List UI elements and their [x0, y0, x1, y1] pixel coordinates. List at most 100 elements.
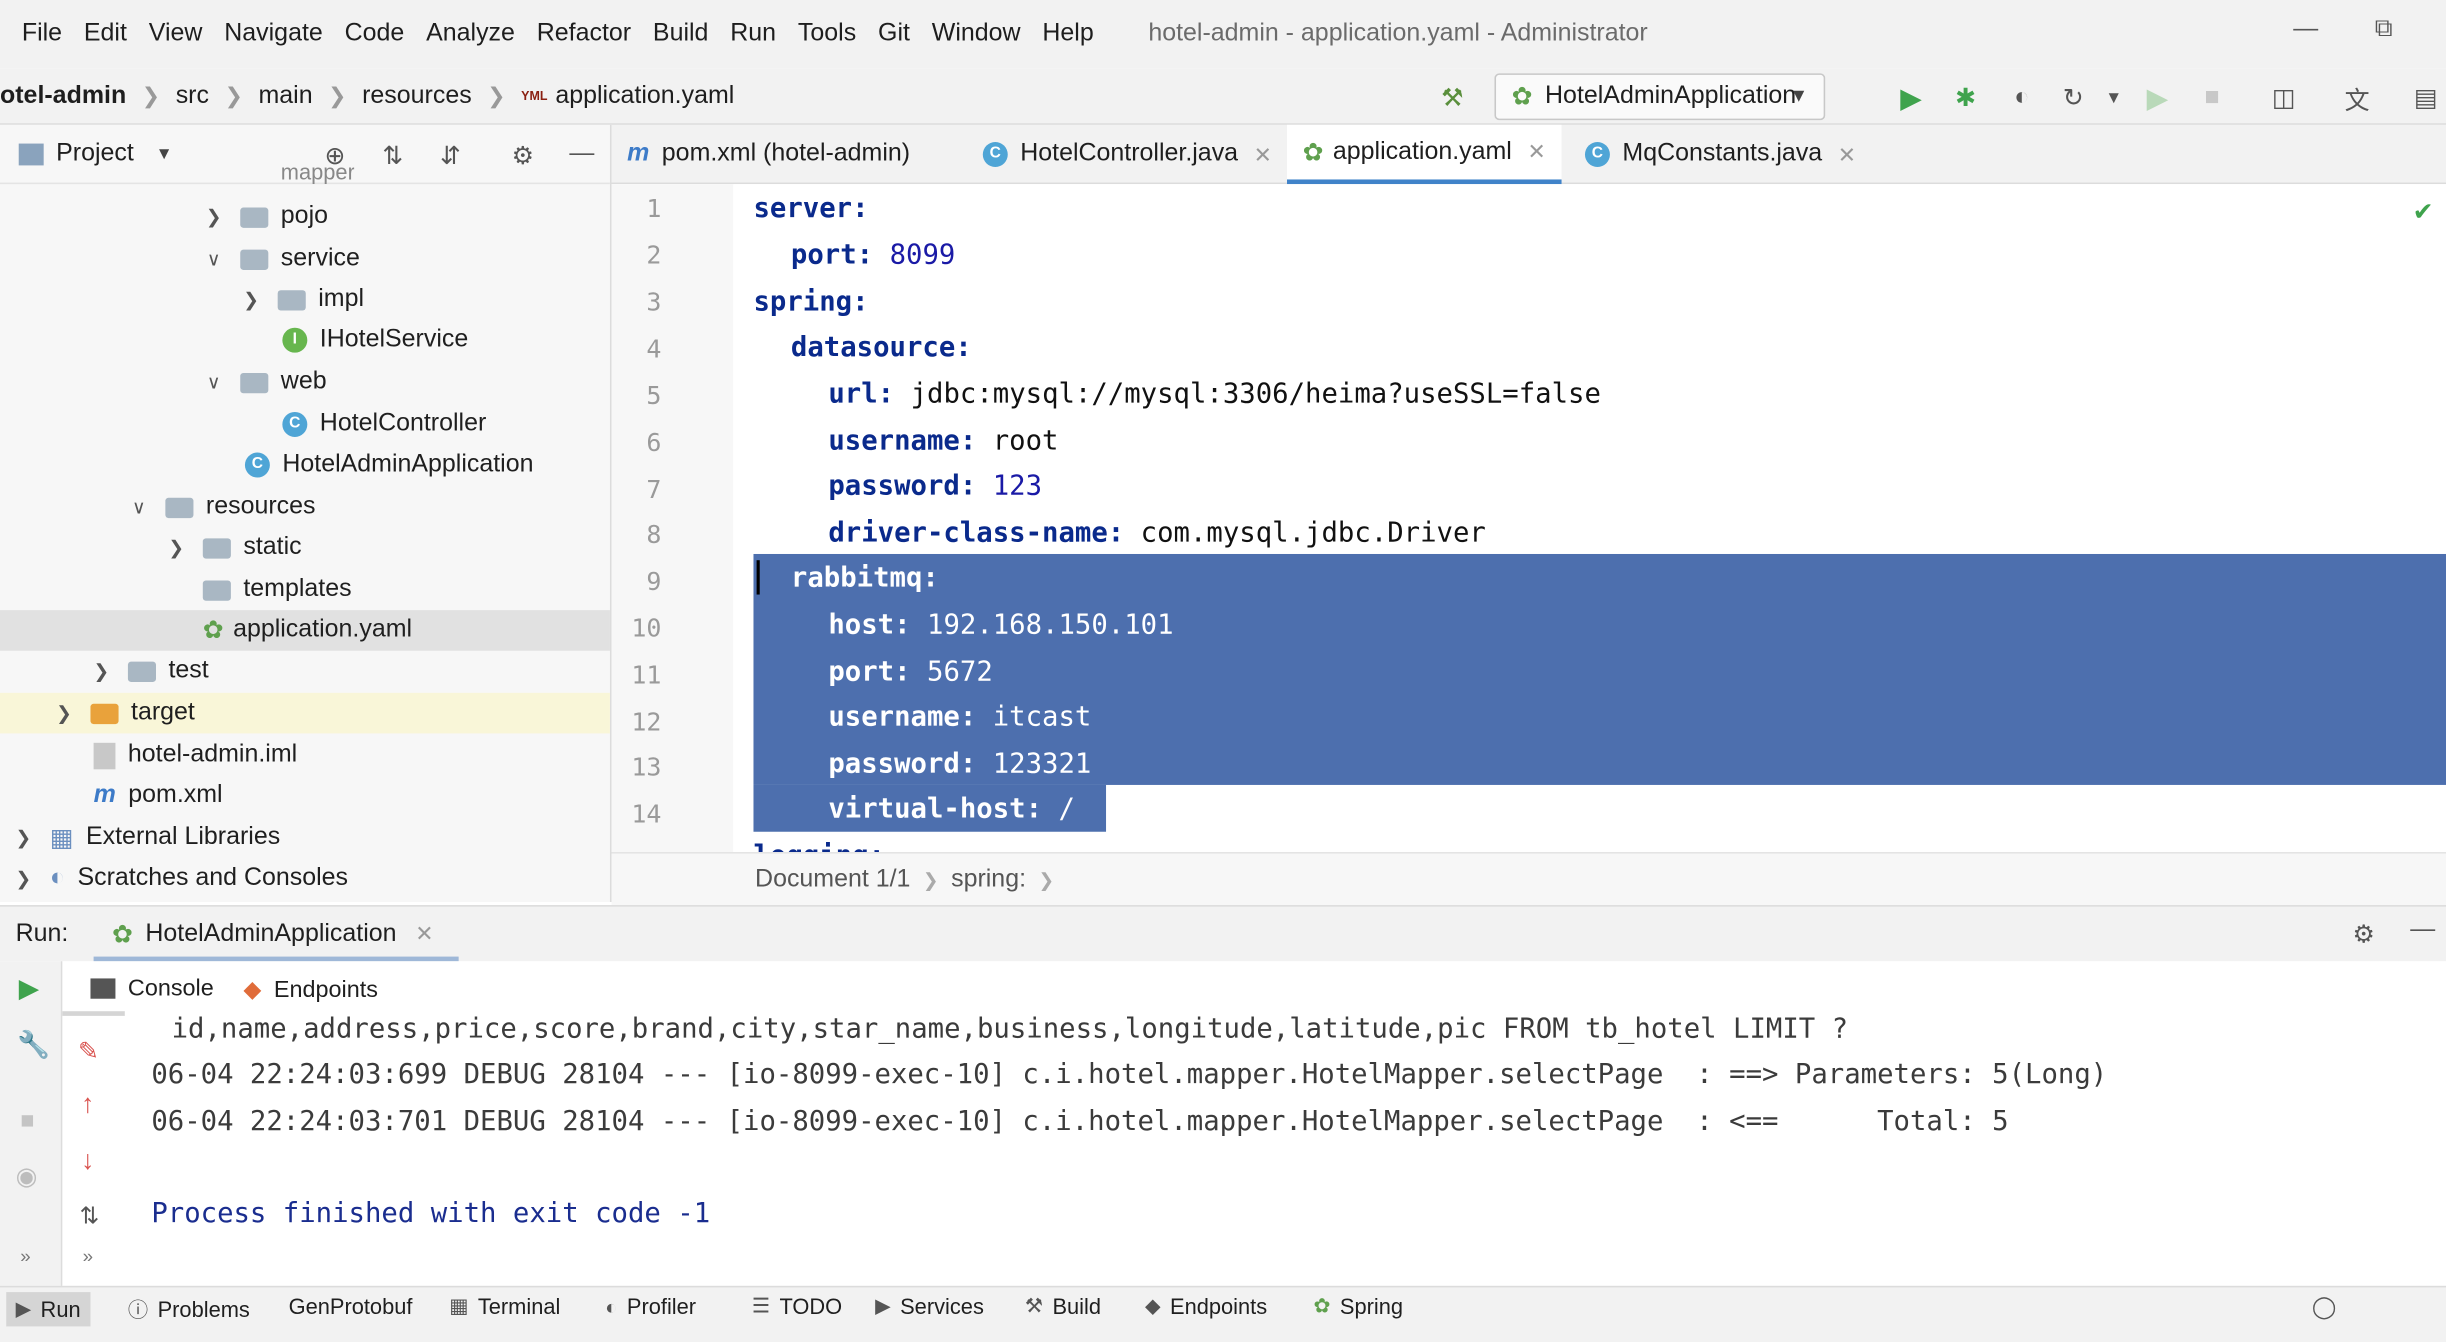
menu-file[interactable]: File — [0, 20, 73, 48]
chevron-right-icon[interactable]: ❯ — [12, 868, 34, 890]
run-icon[interactable]: ▶ — [1894, 81, 1928, 115]
toolwindow-problems[interactable]: ⓘ Problems — [128, 1294, 250, 1324]
menu-run[interactable]: Run — [719, 20, 787, 48]
toolwindow-genprotobuf[interactable]: GenProtobuf — [289, 1294, 413, 1319]
tree-item-scratches[interactable]: ❯ ◐ Scratches and Consoles — [12, 858, 348, 899]
more-icon[interactable]: » — [83, 1245, 93, 1267]
breadcrumb-resources[interactable]: resources — [362, 82, 472, 110]
tree-item-service[interactable]: ∨ service — [203, 239, 360, 280]
rerun-icon[interactable]: ▶ — [19, 974, 39, 1005]
menu-help[interactable]: Help — [1031, 20, 1104, 48]
translate-icon[interactable]: 文 — [2340, 81, 2374, 116]
layout-icon[interactable]: ▤ — [2409, 81, 2443, 115]
tree-item-web[interactable]: ∨ web — [203, 362, 327, 403]
console-output[interactable]: id,name,address,price,score,brand,city,s… — [124, 1006, 2446, 1293]
chevron-right-icon[interactable]: ❯ — [53, 702, 75, 724]
tab-application-yaml[interactable]: ✿ application.yaml ✕ — [1287, 124, 1562, 185]
coverage-icon[interactable]: ◐ — [2005, 81, 2039, 115]
clear-icon[interactable]: ✎ — [78, 1036, 99, 1067]
collapse-all-icon[interactable]: ⇵ — [440, 140, 461, 171]
menu-edit[interactable]: Edit — [73, 20, 138, 48]
toolwindow-spring[interactable]: ✿ Spring — [1314, 1294, 1404, 1319]
tab-console[interactable]: Console — [90, 975, 214, 1002]
tab-hotelcontroller[interactable]: C HotelController.java ✕ — [982, 125, 1272, 184]
tree-item-resources[interactable]: ∨ resources — [128, 487, 316, 528]
project-structure-icon[interactable]: ◫ — [2267, 81, 2301, 115]
chevron-down-icon[interactable]: ∨ — [128, 496, 150, 518]
tab-mqconstants[interactable]: C MqConstants.java ✕ — [1584, 125, 1856, 184]
breadcrumb-spring[interactable]: spring: — [951, 865, 1026, 893]
tree-item-templates[interactable]: templates — [202, 570, 352, 611]
breadcrumb-document[interactable]: Document 1/1 — [755, 865, 910, 893]
tree-item-target[interactable]: ❯ target — [0, 692, 610, 734]
toolwindow-run[interactable]: ▶ Run — [6, 1292, 90, 1327]
chevron-right-icon[interactable]: ❯ — [203, 206, 225, 228]
chevron-right-icon[interactable]: ❯ — [240, 289, 262, 311]
event-log-icon[interactable]: ◯ — [2312, 1294, 2336, 1321]
breadcrumb-main[interactable]: main — [258, 82, 312, 110]
breadcrumb-file[interactable]: application.yaml — [555, 82, 734, 110]
close-icon[interactable]: ✕ — [1838, 141, 1856, 168]
stop-icon[interactable]: ■ — [2195, 81, 2229, 115]
arrow-up-icon[interactable]: ↑ — [81, 1089, 94, 1120]
gear-icon[interactable]: ⚙ — [2352, 919, 2374, 950]
menu-code[interactable]: Code — [334, 20, 416, 48]
chevron-right-icon[interactable]: ❯ — [165, 537, 187, 559]
chevron-down-icon[interactable]: ▼ — [156, 144, 173, 163]
arrow-down-icon[interactable]: ↓ — [81, 1145, 94, 1176]
toolwindow-endpoints[interactable]: ◆ Endpoints — [1145, 1294, 1267, 1319]
menu-build[interactable]: Build — [642, 20, 719, 48]
camera-icon[interactable]: ◉ — [16, 1161, 38, 1192]
tree-item-hotelcontroller[interactable]: C HotelController — [282, 404, 486, 445]
toolwindow-profiler[interactable]: ◐ Profiler — [605, 1294, 696, 1319]
tree-item-impl[interactable]: ❯ impl — [240, 279, 364, 320]
tree-item-mapper[interactable]: mapper — [281, 165, 355, 184]
breadcrumb-src[interactable]: src — [176, 82, 209, 110]
run-configuration-select[interactable]: ✿ HotelAdminApplication ▼ — [1494, 73, 1826, 121]
tree-item-pom-xml[interactable]: m pom.xml — [94, 776, 223, 817]
toolwindow-build[interactable]: ⚒ Build — [1025, 1294, 1101, 1319]
tree-item-hotel-admin-iml[interactable]: hotel-admin.iml — [93, 735, 297, 776]
toolwindow-todo[interactable]: ☰ TODO — [752, 1294, 842, 1319]
rerun-icon[interactable]: ▶ — [2140, 81, 2174, 115]
minimize-button[interactable]: — — [2284, 16, 2328, 50]
project-panel-title[interactable]: Project — [56, 140, 134, 168]
menu-git[interactable]: Git — [867, 20, 921, 48]
toolwindow-terminal[interactable]: ▦ Terminal — [449, 1294, 560, 1319]
more-icon[interactable]: » — [20, 1245, 30, 1267]
chevron-down-icon[interactable]: ∨ — [203, 371, 225, 393]
tree-item-static[interactable]: ❯ static — [165, 527, 301, 568]
menu-navigate[interactable]: Navigate — [213, 20, 333, 48]
run-tab-label[interactable]: HotelAdminApplication — [145, 920, 396, 948]
tree-item-application-yaml[interactable]: ✿ application.yaml — [0, 610, 610, 651]
chevron-right-icon[interactable]: ❯ — [90, 660, 112, 682]
close-icon[interactable]: ✕ — [1254, 141, 1272, 168]
menu-view[interactable]: View — [138, 20, 213, 48]
chevron-down-icon[interactable]: ∨ — [203, 248, 225, 270]
expand-all-icon[interactable]: ⇅ — [382, 140, 403, 171]
tree-item-hoteladminapplication[interactable]: C HotelAdminApplication — [244, 445, 534, 486]
chevron-down-icon[interactable]: ▼ — [2097, 81, 2131, 115]
gear-icon[interactable]: ⚙ — [512, 140, 534, 171]
tree-item-test[interactable]: ❯ test — [90, 651, 209, 692]
profile-icon[interactable]: ↻ — [2056, 81, 2090, 115]
toolwindow-services[interactable]: ▶ Services — [875, 1294, 984, 1319]
sort-icon[interactable]: ⇅ — [80, 1202, 100, 1230]
menu-tools[interactable]: Tools — [787, 20, 867, 48]
code-editor[interactable]: ✔ 1 2 3 4 5 6 7 8 9 10 11 12 13 14 serve… — [611, 184, 2446, 853]
debug-icon[interactable]: ✱ — [1948, 81, 1982, 115]
menu-analyze[interactable]: Analyze — [415, 20, 526, 48]
menu-window[interactable]: Window — [921, 20, 1032, 48]
build-hammer-icon[interactable]: ⚒ — [1435, 81, 1469, 115]
hide-panel-icon[interactable]: — — [569, 140, 594, 168]
hide-panel-icon[interactable]: — — [2410, 916, 2435, 944]
chevron-right-icon[interactable]: ❯ — [12, 827, 34, 849]
menu-refactor[interactable]: Refactor — [526, 20, 642, 48]
tree-item-external-libraries[interactable]: ❯ ▦ External Libraries — [12, 818, 281, 859]
restore-button[interactable]: ⧉ — [2362, 16, 2406, 50]
tree-item-pojo[interactable]: ❯ pojo — [203, 197, 328, 238]
close-icon[interactable]: ✕ — [1527, 139, 1545, 166]
wrench-icon[interactable]: 🔧 — [17, 1030, 50, 1061]
tree-item-ihotelservice[interactable]: I IHotelService — [282, 320, 468, 361]
tab-endpoints[interactable]: ◆ Endpoints — [243, 975, 378, 1003]
